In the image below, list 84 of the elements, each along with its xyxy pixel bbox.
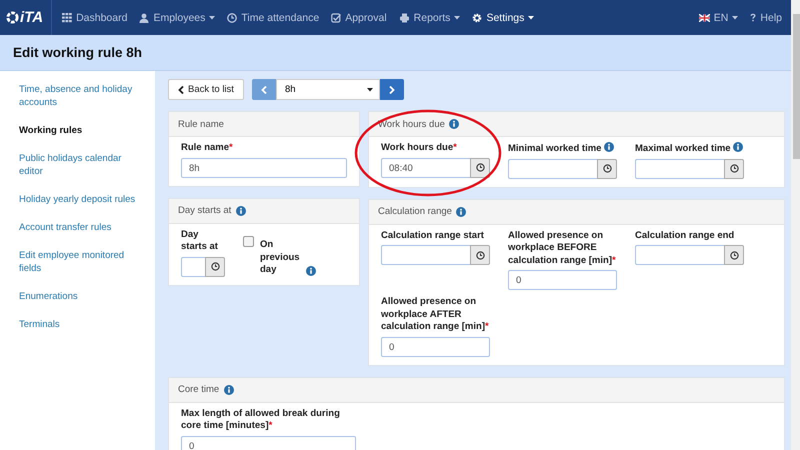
field-label: Minimal worked time <box>508 143 602 154</box>
caret-icon <box>454 16 460 20</box>
clock-button[interactable] <box>470 245 490 265</box>
clock-icon <box>210 262 220 271</box>
clock-icon <box>602 164 612 173</box>
clock-icon <box>730 164 738 173</box>
clock-button[interactable] <box>724 245 744 265</box>
chevron-left-icon <box>260 86 267 94</box>
clock-icon <box>227 12 238 22</box>
clock-button[interactable] <box>597 158 617 178</box>
time-field[interactable] <box>181 256 205 276</box>
scrollbar[interactable] <box>791 0 800 450</box>
nav-item[interactable]: Time attendance <box>221 12 326 24</box>
info-icon[interactable] <box>224 384 234 394</box>
field-label: Rule name* <box>181 142 233 153</box>
nav-item[interactable]: Dashboard <box>56 12 134 24</box>
nav-item[interactable]: Settings <box>466 12 540 24</box>
field-label: Calculation range start <box>381 230 484 240</box>
field-label: Work hours due* <box>381 142 457 153</box>
ring-icon <box>6 11 19 24</box>
sidebar-item[interactable]: Public holidays calendar editor <box>19 152 147 178</box>
sidebar-item[interactable]: Edit employee monitored fields <box>19 249 147 275</box>
help-icon <box>750 13 756 22</box>
chevron-left-icon <box>178 86 184 94</box>
input-field[interactable]: 0 <box>508 270 617 290</box>
clock-icon <box>730 250 738 260</box>
sidebar-item[interactable]: Enumerations <box>19 290 147 303</box>
checkbox-label: On previous day <box>260 239 300 276</box>
clock-icon <box>476 250 484 260</box>
field-label: Max length of allowed break during core time [minutes]* <box>181 408 340 431</box>
checkbox-icon <box>331 12 342 22</box>
grid-icon <box>62 12 72 22</box>
info-icon[interactable] <box>449 119 460 129</box>
flag-icon <box>698 14 710 22</box>
back-button[interactable]: Back to list <box>168 79 244 100</box>
info-icon[interactable] <box>604 142 614 152</box>
sidebar-item[interactable]: Account transfer rules <box>19 221 147 234</box>
time-field[interactable] <box>508 158 597 178</box>
info-icon[interactable] <box>306 266 316 276</box>
nav-item[interactable]: Approval <box>325 12 393 24</box>
info-icon[interactable] <box>456 206 466 216</box>
sidebar-item[interactable]: Holiday yearly deposit rules <box>19 193 147 206</box>
checkbox[interactable] <box>243 236 254 246</box>
field-label: Calculation range end <box>635 230 734 240</box>
next-button[interactable] <box>380 79 404 100</box>
info-icon[interactable] <box>733 142 744 152</box>
field-label: Allowed presence on workplace AFTER calculation range [min]* <box>381 296 489 332</box>
input-field[interactable]: 0 <box>381 336 490 356</box>
page-title: Edit working rule 8h <box>13 45 142 60</box>
sidebar-item[interactable]: Working rules <box>19 124 147 137</box>
caret-icon <box>732 16 738 20</box>
info-icon[interactable] <box>236 206 246 216</box>
time-field[interactable] <box>635 158 724 178</box>
panel-title: Day starts at <box>178 205 232 216</box>
caret-icon <box>366 88 373 92</box>
panel-title: Core time <box>178 384 220 395</box>
clock-icon <box>476 163 484 172</box>
sidebar-item[interactable]: Terminals <box>19 318 147 331</box>
help-link[interactable]: Help <box>744 12 788 24</box>
time-field[interactable]: 08:40 <box>381 158 470 178</box>
scrollbar-thumb[interactable] <box>793 14 800 159</box>
chevron-right-icon <box>388 86 395 94</box>
rule-select[interactable]: 8h <box>276 79 380 100</box>
clock-button[interactable] <box>205 256 225 276</box>
clock-button[interactable] <box>724 158 744 178</box>
sidebar-item[interactable]: Time, absence and holiday accounts <box>19 83 147 109</box>
clock-button[interactable] <box>470 158 490 178</box>
time-field[interactable] <box>635 245 724 265</box>
input-field[interactable]: 0 <box>181 436 356 450</box>
field-label: Allowed presence on workplace BEFORE calculation range [min]* <box>508 230 616 266</box>
previous-button[interactable] <box>252 79 276 100</box>
field-label: Maximal worked time <box>635 143 731 154</box>
panel-title: Calculation range <box>378 206 452 217</box>
time-field[interactable] <box>381 245 470 265</box>
panel-title: Rule name <box>178 118 224 130</box>
nav-item[interactable]: Reports <box>392 12 466 24</box>
language-menu[interactable]: EN <box>692 12 744 24</box>
settings-icon <box>472 12 482 22</box>
nav-item[interactable]: Employees <box>133 12 222 24</box>
caret-icon <box>209 16 216 20</box>
caret-icon <box>528 16 534 20</box>
field-label: Day starts at <box>181 228 218 252</box>
input-field[interactable]: 8h <box>181 158 347 178</box>
user-icon <box>139 12 150 22</box>
